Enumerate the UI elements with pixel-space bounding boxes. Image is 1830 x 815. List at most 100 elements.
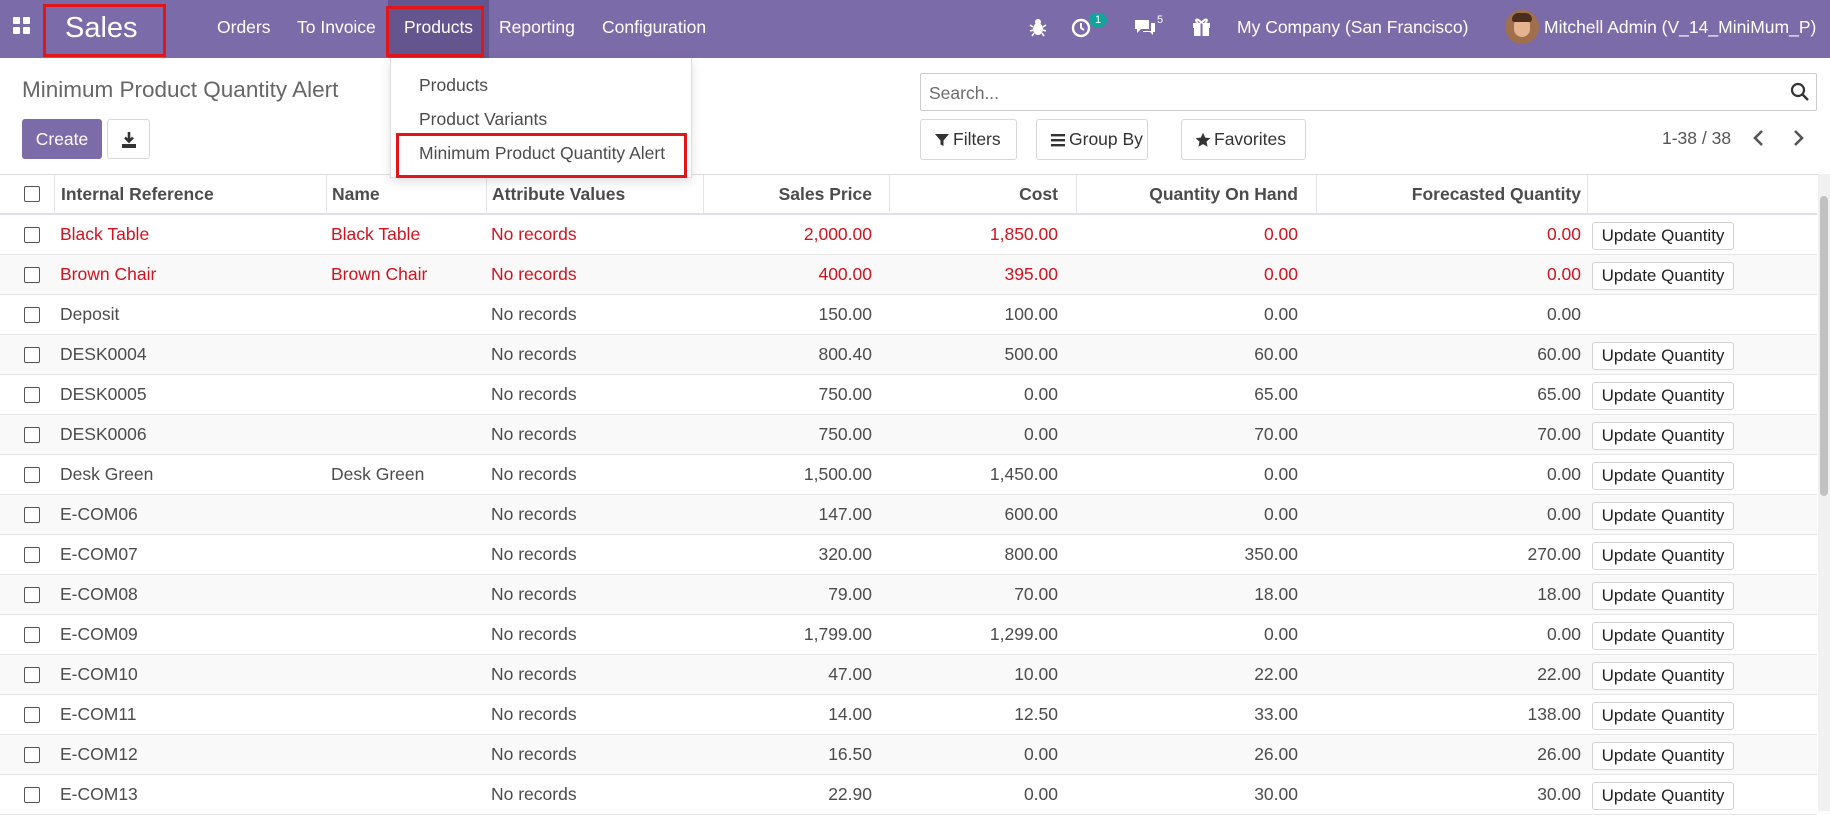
gift-icon[interactable] [1189, 14, 1215, 40]
cell-cost: 70.00 [1014, 584, 1058, 604]
cell-cost: 800.00 [1004, 544, 1058, 564]
table-row[interactable]: E-COM07 No records 320.00 800.00 350.00 270.0… [0, 535, 1817, 575]
update-quantity-button[interactable]: Update Quantity [1592, 542, 1734, 570]
table-row[interactable]: DESK0005 No records 750.00 0.00 65.00 65.00 Up… [0, 375, 1817, 415]
row-checkbox[interactable] [24, 347, 40, 363]
pager-value[interactable]: 1-38 / 38 [1662, 128, 1731, 149]
chevron-left-icon[interactable] [1751, 128, 1767, 148]
cell-sales-price: 79.00 [828, 584, 872, 604]
menu-reporting[interactable]: Reporting [499, 0, 575, 58]
table-row[interactable]: Desk Green Desk Green No records 1,500.00 1,… [0, 455, 1817, 495]
update-quantity-button[interactable]: Update Quantity [1592, 782, 1734, 810]
row-checkbox[interactable] [24, 387, 40, 403]
search-bar[interactable]: Search... [920, 73, 1817, 111]
cell-sales-price: 150.00 [818, 304, 872, 324]
download-button[interactable] [107, 119, 150, 159]
table-row[interactable]: E-COM06 No records 147.00 600.00 0.00 0.00 Upd… [0, 495, 1817, 535]
user-menu[interactable]: Mitchell Admin (V_14_MiniMum_P) [1544, 0, 1816, 55]
header-cost[interactable]: Cost [1019, 184, 1058, 205]
update-quantity-button[interactable]: Update Quantity [1592, 262, 1734, 290]
cell-quantity-on-hand: 350.00 [1244, 544, 1298, 564]
row-checkbox[interactable] [24, 587, 40, 603]
cell-forecasted-quantity: 22.00 [1537, 664, 1581, 684]
filters-button[interactable]: Filters [920, 119, 1017, 160]
header-internal-reference[interactable]: Internal Reference [61, 184, 214, 205]
menu-configuration[interactable]: Configuration [602, 0, 706, 58]
menu-products[interactable]: Products [388, 0, 490, 58]
menu-to-invoice[interactable]: To Invoice [297, 0, 376, 58]
update-quantity-button[interactable]: Update Quantity [1592, 422, 1734, 450]
row-checkbox[interactable] [24, 467, 40, 483]
group-by-button[interactable]: Group By [1036, 119, 1148, 160]
cell-attribute-values: No records [491, 784, 577, 804]
header-attribute-values[interactable]: Attribute Values [492, 184, 625, 205]
cell-name: Brown Chair [331, 264, 428, 284]
row-checkbox[interactable] [24, 267, 40, 283]
company-switcher[interactable]: My Company (San Francisco) [1237, 0, 1468, 55]
row-checkbox[interactable] [24, 747, 40, 763]
row-checkbox[interactable] [24, 227, 40, 243]
row-checkbox[interactable] [24, 627, 40, 643]
update-quantity-button[interactable]: Update Quantity [1592, 382, 1734, 410]
cell-forecasted-quantity: 0.00 [1546, 464, 1581, 484]
table-row[interactable]: E-COM12 No records 16.50 0.00 26.00 26.00 Upda… [0, 735, 1817, 775]
row-checkbox[interactable] [24, 547, 40, 563]
table-row[interactable]: Black Table Black Table No records 2,000.00… [0, 215, 1817, 255]
table-row[interactable]: DESK0006 No records 750.00 0.00 70.00 70.00 Up… [0, 415, 1817, 455]
cell-attribute-values: No records [491, 544, 577, 564]
chat-icon[interactable] [1132, 14, 1158, 40]
row-checkbox[interactable] [24, 667, 40, 683]
update-quantity-button[interactable]: Update Quantity [1592, 702, 1734, 730]
bug-icon[interactable] [1025, 14, 1051, 40]
table-row[interactable]: E-COM08 No records 79.00 70.00 18.00 18.00 Upd… [0, 575, 1817, 615]
table-row[interactable]: E-COM10 No records 47.00 10.00 22.00 22.00 Upd… [0, 655, 1817, 695]
cell-forecasted-quantity: 26.00 [1537, 744, 1581, 764]
update-quantity-button[interactable]: Update Quantity [1592, 662, 1734, 690]
header-name[interactable]: Name [332, 184, 380, 205]
update-quantity-button[interactable]: Update Quantity [1592, 582, 1734, 610]
menu-item-product-variants[interactable]: Product Variants [419, 109, 547, 130]
update-quantity-button[interactable]: Update Quantity [1592, 462, 1734, 490]
cell-attribute-values: No records [491, 344, 577, 364]
update-quantity-button[interactable]: Update Quantity [1592, 222, 1734, 250]
table-row[interactable]: DESK0004 No records 800.40 500.00 60.00 60.00… [0, 335, 1817, 375]
update-quantity-button[interactable]: Update Quantity [1592, 742, 1734, 770]
avatar[interactable] [1505, 10, 1539, 44]
cell-internal-reference: E-COM12 [60, 744, 138, 764]
table-scrollbar[interactable] [1818, 174, 1830, 811]
table-row[interactable]: E-COM11 No records 14.00 12.50 33.00 138.00 Up… [0, 695, 1817, 735]
update-quantity-button[interactable]: Update Quantity [1592, 622, 1734, 650]
update-quantity-button[interactable]: Update Quantity [1592, 502, 1734, 530]
apps-icon[interactable] [13, 17, 31, 35]
menu-item-products[interactable]: Products [419, 75, 488, 96]
row-checkbox[interactable] [24, 427, 40, 443]
search-icon[interactable] [1790, 82, 1810, 102]
create-button[interactable]: Create [22, 119, 102, 159]
cell-quantity-on-hand: 0.00 [1263, 504, 1298, 524]
favorites-button[interactable]: Favorites [1181, 119, 1306, 160]
update-quantity-button[interactable]: Update Quantity [1592, 342, 1734, 370]
row-checkbox[interactable] [24, 707, 40, 723]
header-sales-price[interactable]: Sales Price [779, 184, 872, 205]
chevron-right-icon[interactable] [1790, 128, 1806, 148]
products-dropdown-menu: Products Product Variants Minimum Produc… [390, 58, 692, 178]
page-title: Minimum Product Quantity Alert [22, 77, 339, 102]
table-row[interactable]: E-COM13 No records 22.90 0.00 30.00 30.00 Upda… [0, 775, 1817, 815]
search-input[interactable]: Search... [929, 83, 999, 104]
header-quantity-on-hand[interactable]: Quantity On Hand [1149, 184, 1298, 205]
row-checkbox[interactable] [24, 787, 40, 803]
cell-internal-reference: E-COM13 [60, 784, 138, 804]
app-name[interactable]: Sales [42, 4, 165, 56]
group-by-label: Group By [1069, 129, 1143, 149]
menu-orders[interactable]: Orders [217, 0, 270, 58]
row-checkbox[interactable] [24, 507, 40, 523]
row-checkbox[interactable] [24, 307, 40, 323]
table-row[interactable]: E-COM09 No records 1,799.00 1,299.00 0.00 0.0… [0, 615, 1817, 655]
select-all-checkbox[interactable] [24, 186, 40, 202]
header-forecasted-quantity[interactable]: Forecasted Quantity [1412, 184, 1581, 205]
cell-name: Desk Green [331, 464, 425, 484]
table-row[interactable]: Brown Chair Brown Chair No records 400.00 39… [0, 255, 1817, 295]
table-row[interactable]: Deposit No records 150.00 100.00 0.00 0.00 [0, 295, 1817, 335]
menu-item-minimum-product-quantity-alert[interactable]: Minimum Product Quantity Alert [419, 143, 665, 164]
cell-quantity-on-hand: 26.00 [1254, 744, 1298, 764]
